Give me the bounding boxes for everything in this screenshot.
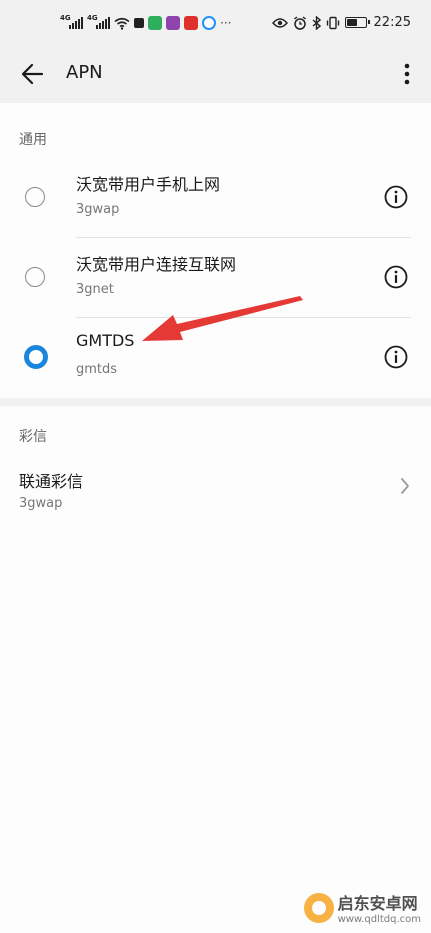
more-vert-icon[interactable] [401,60,413,88]
vibrate-icon [326,16,339,29]
status-time: 22:25 [373,15,411,30]
app-bar: APN [0,50,431,100]
mms-apn-item[interactable]: 联通彩信 3gwap [0,464,431,524]
watermark-text: 启东安卓网 [337,894,418,913]
news-app-icon [184,16,198,30]
watermark-logo-icon [303,892,334,923]
signal-icon: 4G [60,14,83,29]
apn-name: 沃宽带用户连接互联网 [76,255,237,274]
apn-value: 3gnet [76,282,114,297]
browser-app-icon [202,16,216,30]
status-bar: 4G 4G ··· 22:25 [0,0,431,50]
apn-item[interactable]: 沃宽带用户手机上网 3gwap [0,158,431,237]
radio-button[interactable] [25,187,45,207]
info-icon[interactable] [384,185,408,209]
eye-icon [271,17,288,28]
mms-apn-name: 联通彩信 [19,472,84,491]
apn-item[interactable]: 沃宽带用户连接互联网 3gnet [0,238,431,317]
section-header-general: 通用 [19,132,47,148]
video-app-icon [166,16,180,30]
arrow-left-icon[interactable] [18,60,46,88]
watermark-url: www.qdltdq.com [337,914,421,925]
wifi-icon [114,17,130,30]
network-type-label: 4G [60,14,71,22]
radio-button[interactable] [25,267,45,287]
radio-button-checked[interactable] [24,345,48,369]
watermark: 启东安卓网 www.qdltdq.com [303,890,421,925]
chevron-right-icon [401,478,409,494]
mms-apn-value: 3gwap [19,496,63,511]
apn-value: 3gwap [76,202,120,217]
mms-apn-panel: 彩信 联通彩信 3gwap 启东安卓网 www.qdltdq.com [0,406,431,933]
more-notifications-icon: ··· [220,16,232,30]
signal-icon-2: 4G [87,14,110,29]
apn-name: 沃宽带用户手机上网 [76,175,221,194]
info-icon[interactable] [384,265,408,289]
alarm-icon [293,15,306,30]
info-icon[interactable] [384,345,408,369]
network-type-label-2: 4G [87,14,98,22]
notification-square-icon [134,18,144,28]
apn-name: GMTDS [76,331,135,350]
bluetooth-icon [312,15,321,30]
apn-item-selected[interactable]: GMTDS gmtds [0,318,431,397]
apn-value: gmtds [76,362,118,377]
general-apn-panel: 通用 沃宽带用户手机上网 3gwap 沃宽带用户连接互联网 3gnet GMTD… [0,103,431,398]
section-header-mms: 彩信 [19,429,47,445]
app-notification-icon [148,16,162,30]
battery-icon [344,17,370,28]
page-title: APN [66,62,103,83]
